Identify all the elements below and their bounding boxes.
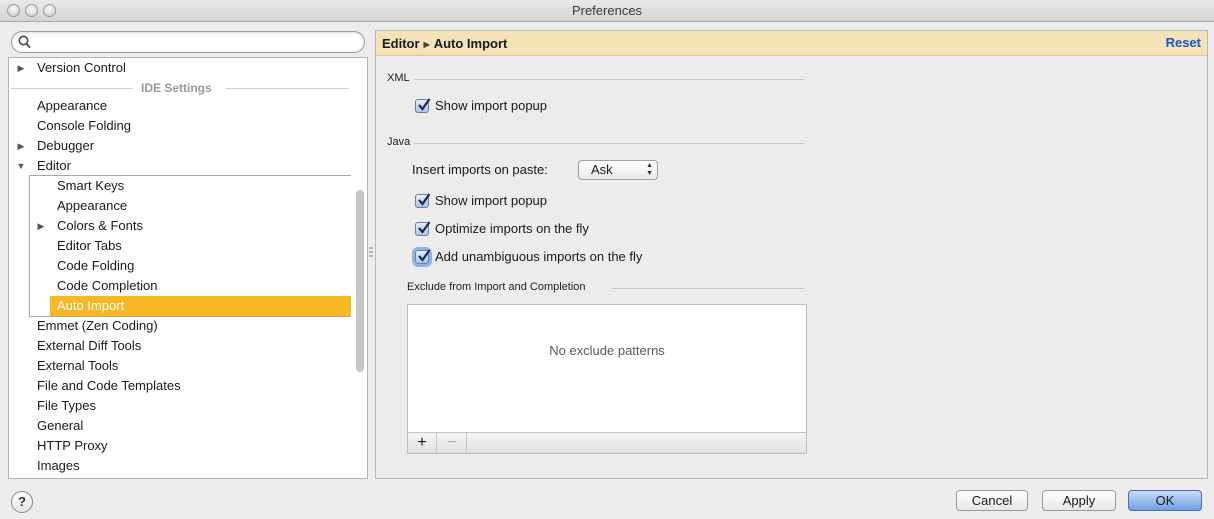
- checkbox-checked-icon[interactable]: [415, 220, 431, 236]
- add-unambiguous-imports-checkbox[interactable]: Add unambiguous imports on the fly: [415, 248, 642, 266]
- tree-item-editor-tabs[interactable]: Editor Tabs: [57, 236, 122, 256]
- tree-item-external-tools[interactable]: External Tools: [37, 356, 118, 376]
- java-show-import-popup-checkbox[interactable]: Show import popup: [415, 192, 547, 210]
- insert-imports-select[interactable]: Ask ▲ ▼: [578, 160, 658, 180]
- checkbox-label: Optimize imports on the fly: [435, 221, 589, 236]
- search-input[interactable]: [36, 34, 356, 50]
- tree-item-emmet[interactable]: Emmet (Zen Coding): [37, 316, 158, 336]
- checkbox-label: Show import popup: [435, 193, 548, 208]
- tree-item-label: Colors & Fonts: [57, 218, 143, 233]
- group-divider: [612, 288, 804, 289]
- checkbox-checked-icon[interactable]: [415, 248, 431, 264]
- checkbox-checked-icon[interactable]: [415, 97, 431, 113]
- reset-link[interactable]: Reset: [1166, 35, 1201, 50]
- tree-item-file-code-templates[interactable]: File and Code Templates: [37, 376, 181, 396]
- tree-item-appearance[interactable]: Appearance: [37, 96, 107, 116]
- help-button[interactable]: ?: [11, 491, 33, 513]
- expand-arrow-icon[interactable]: ▶: [35, 216, 47, 236]
- tree-item-colors-fonts[interactable]: ▶ Colors & Fonts: [31, 216, 349, 236]
- tree-item-file-types[interactable]: File Types: [37, 396, 96, 416]
- tree-item-label: Debugger: [37, 138, 95, 153]
- ok-button[interactable]: OK: [1128, 490, 1202, 511]
- expand-arrow-icon[interactable]: ▶: [15, 58, 27, 78]
- settings-panel: Editor ▶ Auto Import Reset XML Show import…: [375, 30, 1208, 479]
- title-bar: Preferences: [0, 0, 1214, 22]
- checkbox-checked-icon[interactable]: [415, 192, 431, 208]
- section-separator: IDE Settings: [11, 78, 349, 98]
- apply-button[interactable]: Apply: [1042, 490, 1116, 511]
- window-title: Preferences: [571, 3, 643, 18]
- xml-show-import-popup-checkbox[interactable]: Show import popup: [415, 97, 547, 115]
- tree-item-label: Version Control: [37, 60, 126, 75]
- tree-item-editor[interactable]: ▼ Editor: [9, 156, 349, 176]
- section-label: IDE Settings: [141, 81, 212, 95]
- tree-item-version-control[interactable]: ▶ Version Control: [9, 58, 349, 78]
- tree-item-editor-appearance[interactable]: Appearance: [57, 196, 127, 216]
- search-icon: [18, 35, 31, 49]
- settings-tree[interactable]: ▶ Version Control IDE Settings Appearanc…: [8, 57, 368, 479]
- tree-item-general[interactable]: General: [37, 416, 83, 436]
- tree-item-auto-import[interactable]: Auto Import: [50, 296, 351, 316]
- insert-imports-label: Insert imports on paste:: [412, 162, 548, 177]
- xml-group-label: XML: [387, 72, 410, 84]
- exclude-patterns-list[interactable]: No exclude patterns + −: [407, 304, 807, 454]
- java-group-label: Java: [387, 136, 411, 148]
- exclude-group-label: Exclude from Import and Completion: [407, 281, 586, 293]
- checkbox-label: Add unambiguous imports on the fly: [435, 249, 643, 264]
- select-arrows-icon: ▲ ▼: [646, 162, 653, 177]
- tree-item-smart-keys[interactable]: Smart Keys: [57, 176, 124, 196]
- cancel-button[interactable]: Cancel: [956, 490, 1028, 511]
- collapse-arrow-icon[interactable]: ▼: [15, 156, 27, 176]
- breadcrumb: Editor ▶ Auto Import Reset: [376, 31, 1207, 56]
- search-box[interactable]: [11, 31, 365, 53]
- select-value: Ask: [591, 162, 613, 177]
- optimize-imports-checkbox[interactable]: Optimize imports on the fly: [415, 220, 589, 238]
- expand-arrow-icon[interactable]: ▶: [15, 136, 27, 156]
- tree-item-label: Editor: [37, 158, 71, 173]
- list-toolbar: + −: [408, 432, 806, 453]
- tree-item-http-proxy[interactable]: HTTP Proxy: [37, 436, 108, 456]
- tree-item-code-completion[interactable]: Code Completion: [57, 276, 157, 296]
- breadcrumb-parent: Editor: [382, 36, 420, 51]
- tree-item-external-diff-tools[interactable]: External Diff Tools: [37, 336, 141, 356]
- breadcrumb-separator-icon: ▶: [423, 40, 430, 49]
- empty-list-text: No exclude patterns: [549, 343, 665, 358]
- remove-pattern-button[interactable]: −: [438, 433, 467, 453]
- group-divider: [414, 79, 804, 80]
- breadcrumb-path: Editor ▶ Auto Import: [382, 36, 507, 51]
- splitter-handle[interactable]: [369, 247, 373, 263]
- tree-scrollbar[interactable]: [356, 190, 364, 372]
- tree-item-debugger[interactable]: ▶ Debugger: [9, 136, 349, 156]
- group-divider: [414, 143, 804, 144]
- tree-item-console-folding[interactable]: Console Folding: [37, 116, 131, 136]
- tree-item-code-folding[interactable]: Code Folding: [57, 256, 134, 276]
- add-pattern-button[interactable]: +: [408, 433, 437, 453]
- breadcrumb-current: Auto Import: [433, 36, 508, 51]
- checkbox-label: Show import popup: [435, 98, 548, 113]
- tree-item-images[interactable]: Images: [37, 456, 80, 476]
